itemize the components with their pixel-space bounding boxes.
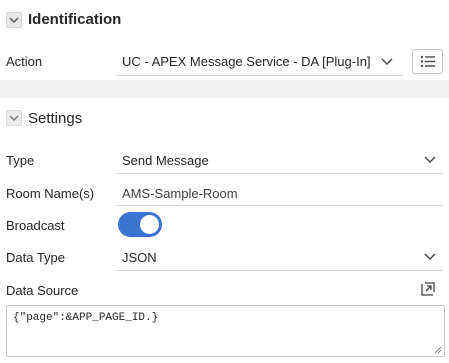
expand-editor-icon[interactable]	[420, 281, 436, 297]
type-select[interactable]: Send Message	[122, 153, 209, 168]
settings-title: Settings	[28, 110, 83, 127]
broadcast-label: Broadcast	[6, 218, 65, 233]
broadcast-toggle[interactable]	[118, 212, 162, 237]
action-select[interactable]: UC - APEX Message Service - DA [Plug-In]	[122, 54, 371, 69]
identification-header[interactable]: Identification	[0, 2, 449, 38]
room-underline	[116, 205, 443, 206]
action-label: Action	[6, 54, 43, 69]
identification-title: Identification	[28, 11, 122, 28]
collapse-chevron-icon[interactable]	[6, 110, 22, 126]
chevron-down-icon[interactable]	[424, 156, 436, 164]
data-source-label: Data Source	[6, 283, 79, 298]
list-view-button[interactable]	[412, 49, 443, 74]
data-source-text: {"page":&APP_PAGE_ID.}	[13, 312, 159, 324]
chevron-down-icon[interactable]	[424, 253, 436, 261]
data-type-select[interactable]: JSON	[122, 250, 157, 265]
room-input[interactable]: AMS-Sample-Room	[122, 186, 238, 201]
action-underline	[116, 75, 403, 76]
type-label: Type	[6, 153, 35, 168]
collapse-chevron-icon[interactable]	[6, 12, 22, 28]
data-source-textarea[interactable]: {"page":&APP_PAGE_ID.}	[6, 305, 445, 357]
resize-grip-icon[interactable]	[433, 345, 442, 354]
chevron-down-icon[interactable]	[381, 58, 393, 66]
data-type-label: Data Type	[6, 250, 66, 265]
data-type-underline	[116, 270, 443, 271]
room-label: Room Name(s)	[6, 186, 95, 201]
type-underline	[116, 173, 443, 174]
list-icon	[420, 55, 435, 68]
section-divider	[0, 80, 449, 98]
toggle-knob	[140, 215, 159, 234]
settings-header[interactable]: Settings	[0, 100, 449, 136]
